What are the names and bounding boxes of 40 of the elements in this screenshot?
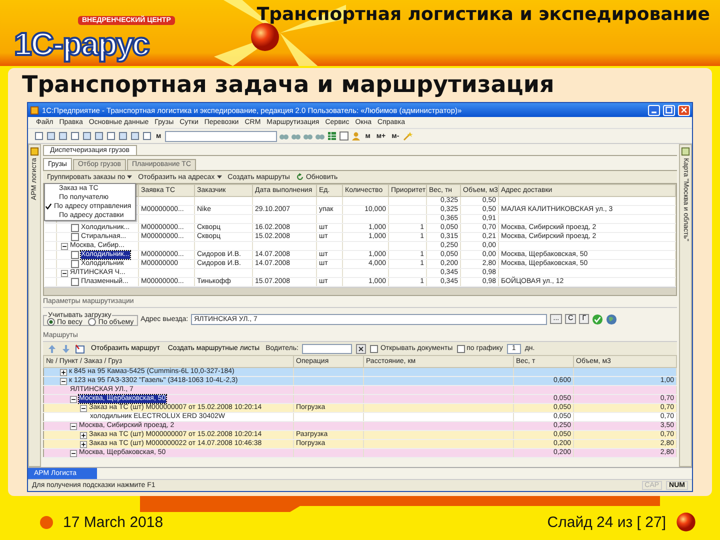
collapse-icon[interactable] [60,378,67,384]
collapse-icon[interactable] [80,404,87,412]
collapse-icon[interactable] [61,242,68,250]
app-icon [30,106,39,114]
checkbox[interactable] [71,233,79,241]
collapse-icon[interactable] [70,422,77,430]
search-field[interactable] [165,130,278,142]
refresh-icon [296,173,304,181]
checkbox[interactable] [71,251,79,259]
collapse-icon[interactable] [70,396,77,402]
slide-date: 17 March 2018 [63,514,164,530]
checkbox[interactable] [71,278,79,286]
checkbox[interactable] [71,260,79,268]
slide-number: Слайд 24 из [ 27] [547,514,666,530]
collapse-icon[interactable] [61,270,68,276]
minimize-button[interactable] [648,104,660,116]
collapse-icon[interactable] [70,450,77,456]
caret-icon [216,175,222,179]
logo: 1С-рарус [14,26,149,62]
clear-icon[interactable] [356,344,366,354]
caret-icon [127,175,132,179]
checkbox[interactable] [71,224,79,232]
close-button[interactable] [678,104,690,116]
slide-subtitle: Транспортная задача и маршрутизация [22,71,554,99]
expand-icon[interactable] [80,432,87,438]
maximize-icon [665,106,673,114]
dot-icon [40,516,53,528]
ball-icon [250,22,280,52]
up-arrow-icon[interactable] [47,344,57,354]
driver-field[interactable] [302,344,352,354]
expand-icon[interactable] [60,368,67,376]
maximize-button[interactable] [663,104,675,116]
ball-icon [676,512,696,532]
close-icon [680,106,688,114]
check-circle-icon[interactable] [592,314,603,324]
scrollbar[interactable] [44,287,676,295]
slide-title: Транспортная логистика и экспедирование [256,4,710,25]
globe-icon[interactable] [606,314,617,324]
expand-icon[interactable] [80,440,87,448]
down-arrow-icon[interactable] [61,344,71,354]
